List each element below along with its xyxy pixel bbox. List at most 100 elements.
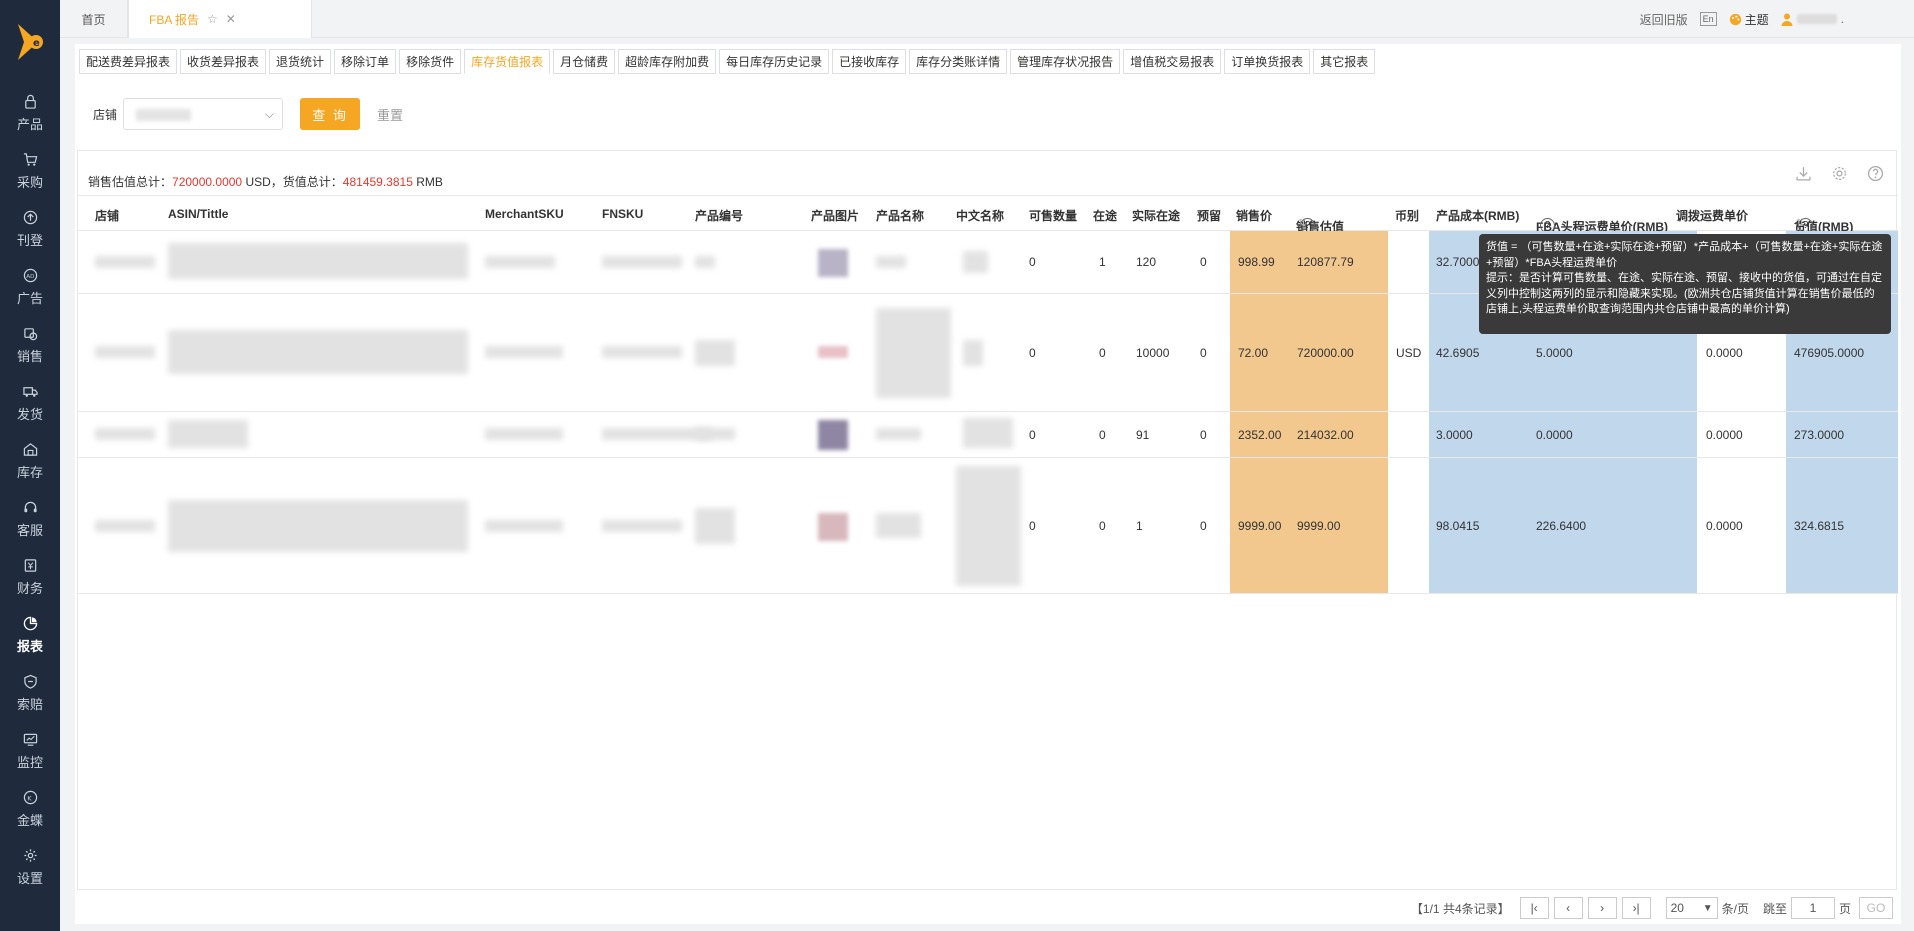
- shop-select-value: [136, 109, 192, 121]
- col-transfer-freight: 调拨运费单价: [1676, 209, 1749, 223]
- subtab-item[interactable]: 已接收库存: [832, 49, 907, 74]
- asin-cell[interactable]: [168, 330, 468, 374]
- col-msku: MerchantSKU: [485, 207, 564, 221]
- user-menu[interactable]: .: [1781, 12, 1844, 26]
- col-reserved: 预留: [1197, 209, 1222, 223]
- next-page-button[interactable]: ›: [1587, 897, 1617, 919]
- download-icon[interactable]: [1795, 165, 1812, 182]
- theme-button[interactable]: 主题: [1729, 11, 1769, 28]
- subtab-item[interactable]: 订单换货报表: [1224, 49, 1311, 74]
- tab-home[interactable]: 首页: [60, 0, 128, 38]
- sidebar-item-ads[interactable]: AD 广告: [0, 258, 60, 316]
- reserved-cell: 0: [1200, 427, 1207, 442]
- svg-text:K: K: [27, 794, 32, 802]
- sidebar-item-label: 销售: [16, 348, 43, 364]
- fnsku-cell: [602, 346, 682, 358]
- upload-icon: [23, 210, 37, 224]
- back-old-version-link[interactable]: 返回旧版: [1640, 11, 1688, 28]
- finance-icon: [24, 558, 36, 572]
- sales-total-label: 销售估值总计：: [88, 175, 173, 189]
- star-icon[interactable]: ☆: [207, 12, 218, 26]
- help-icon[interactable]: [1867, 165, 1884, 182]
- subtab-item[interactable]: 每日库存历史记录: [719, 49, 830, 74]
- actual-transit-cell: 10000: [1136, 345, 1170, 360]
- sidebar-item-shipping[interactable]: 发货: [0, 374, 60, 432]
- subtab-item[interactable]: 收货差异报表: [180, 49, 267, 74]
- subtab-item[interactable]: 配送费差异报表: [79, 49, 178, 74]
- svg-text:AD: AD: [26, 273, 34, 279]
- jump-page-input[interactable]: 1: [1790, 897, 1835, 919]
- sidebar-item-service[interactable]: 客服: [0, 490, 60, 548]
- col-product-name: 产品名称: [876, 209, 925, 223]
- table-row[interactable]: 0 0 91 0 2352.00 214032.00 3.0000 0.0000…: [78, 412, 1898, 458]
- subtab-item[interactable]: 管理库存状况报告: [1010, 49, 1121, 74]
- fnsku-cell: [602, 520, 682, 532]
- shop-select[interactable]: ⌵: [123, 98, 284, 130]
- sidebar-item-label: 广告: [16, 290, 43, 306]
- asin-cell[interactable]: [168, 243, 468, 279]
- col-sellable: 可售数量: [1029, 209, 1078, 223]
- kingdee-icon: K: [23, 790, 37, 804]
- first-page-button[interactable]: |‹: [1519, 897, 1549, 919]
- subtab-item[interactable]: 月仓储费: [553, 49, 616, 74]
- reset-button[interactable]: 重置: [377, 105, 403, 124]
- sidebar-item-finance[interactable]: 财务: [0, 548, 60, 606]
- col-shop: 店铺: [95, 209, 120, 223]
- sidebar-item-monitor[interactable]: 监控: [0, 722, 60, 780]
- sidebar-item-listing[interactable]: 刊登: [0, 200, 60, 258]
- sidebar-item-kingdee[interactable]: K 金蝶: [0, 780, 60, 838]
- shop-label: 店铺: [93, 107, 118, 122]
- product-name-cell: [876, 428, 921, 440]
- col-asin: ASIN/Tittle: [168, 207, 229, 221]
- sidebar-item-settings[interactable]: 设置: [0, 838, 60, 896]
- sidebar-item-label: 库存: [16, 464, 43, 480]
- prev-page-button[interactable]: ‹: [1553, 897, 1583, 919]
- svg-text:e: e: [33, 38, 40, 49]
- subtab-item[interactable]: 退货统计: [269, 49, 332, 74]
- subtab-item-active[interactable]: 库存货值报表: [464, 49, 551, 74]
- col-price: 销售价: [1236, 209, 1273, 223]
- subtab-item[interactable]: 移除货件: [399, 49, 462, 74]
- column-settings-icon[interactable]: [1831, 165, 1848, 182]
- gear-icon: [23, 848, 37, 862]
- app-logo[interactable]: e: [0, 0, 60, 84]
- user-name-suffix: .: [1840, 12, 1844, 26]
- asin-cell[interactable]: [168, 420, 248, 448]
- product-image[interactable]: [818, 346, 848, 358]
- cost-cell: 98.0415: [1436, 518, 1480, 533]
- sidebar-item-purchase[interactable]: 采购: [0, 142, 60, 200]
- sidebar: e 产品 采购 刊登 AD 广告 销售 发货 库存 客服 财务 报表 索赔 监控…: [0, 0, 60, 931]
- tab-fba-report[interactable]: FBA 报告 ☆ ✕: [128, 0, 312, 38]
- language-toggle[interactable]: En: [1699, 12, 1717, 26]
- sidebar-item-reports[interactable]: 报表: [0, 606, 60, 664]
- shop-cell: [95, 256, 155, 268]
- page-size-select[interactable]: 20 ▼: [1665, 897, 1718, 919]
- subtab-item[interactable]: 库存分类账详情: [909, 49, 1008, 74]
- subtab-item[interactable]: 其它报表: [1313, 49, 1376, 74]
- msku-cell: [485, 346, 563, 358]
- table-row[interactable]: 0 0 1 0 9999.00 9999.00 98.0415 226.6400…: [78, 458, 1898, 594]
- subtab-item[interactable]: 增值税交易报表: [1123, 49, 1222, 74]
- panel-toolbar: [1795, 165, 1884, 182]
- sidebar-item-inventory[interactable]: 库存: [0, 432, 60, 490]
- sales-value-cell: 720000.00: [1297, 345, 1354, 360]
- goods-total-label: 货值总计：: [282, 175, 343, 189]
- filter-bar: 店铺 ⌵ 查 询 重置: [93, 98, 403, 130]
- subtab-item[interactable]: 超龄库存附加费: [618, 49, 717, 74]
- subtab-item[interactable]: 移除订单: [334, 49, 397, 74]
- go-button[interactable]: GO: [1859, 897, 1893, 919]
- asin-cell[interactable]: [168, 500, 468, 552]
- sidebar-nav: 产品 采购 刊登 AD 广告 销售 发货 库存 客服 财务 报表 索赔 监控 K…: [0, 84, 60, 896]
- query-button[interactable]: 查 询: [300, 98, 361, 130]
- reserved-cell: 0: [1200, 345, 1207, 360]
- sidebar-item-sales[interactable]: 销售: [0, 316, 60, 374]
- goods-value-cell: 273.0000: [1794, 427, 1845, 442]
- palette-icon: [1729, 13, 1741, 25]
- last-page-button[interactable]: ›|: [1621, 897, 1651, 919]
- sidebar-item-claims[interactable]: 索赔: [0, 664, 60, 722]
- product-image[interactable]: [818, 249, 848, 277]
- product-image[interactable]: [818, 513, 848, 541]
- product-image[interactable]: [818, 420, 848, 450]
- sidebar-item-product[interactable]: 产品: [0, 84, 60, 142]
- close-icon[interactable]: ✕: [226, 12, 236, 26]
